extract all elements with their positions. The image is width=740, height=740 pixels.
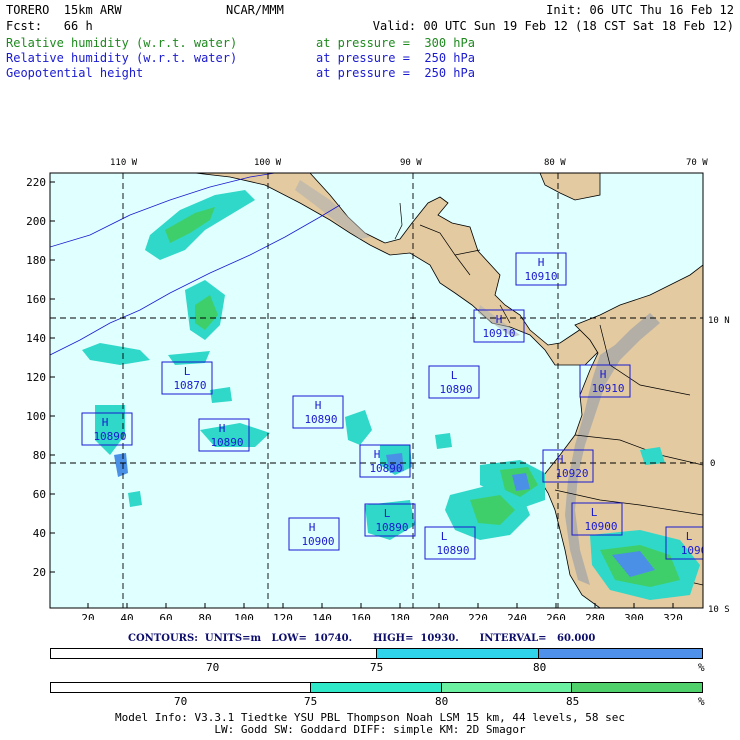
organization-label: NCAR/MMM [226, 3, 284, 17]
svg-text:L: L [184, 365, 191, 378]
x-tick-label: 40 [120, 612, 133, 620]
field-name-rh250: Relative humidity (w.r.t. water) [6, 51, 238, 65]
svg-text:10890: 10890 [304, 413, 337, 426]
svg-text:L: L [591, 506, 598, 519]
lon-label-110w: 110 W [110, 158, 138, 168]
lon-label-70w: 70 W [686, 158, 708, 168]
weather-map: 110 W 100 W 90 W 80 W 70 W 10 N 0 10 S H… [26, 158, 730, 620]
y-tick-label: 160 [26, 293, 46, 306]
field-name-geopotential: Geopotential height [6, 66, 144, 80]
x-tick-label: 100 [234, 612, 254, 620]
svg-text:L: L [451, 369, 458, 382]
field-level-rh250: at pressure = 250 hPa [316, 51, 475, 65]
colorbar-rh300-tick-80: 80 [435, 695, 449, 708]
y-tick-label: 80 [33, 449, 46, 462]
x-tick-label: 220 [468, 612, 488, 620]
colorbar-rh300-tick-pct: % [698, 695, 705, 708]
lat-label-10n: 10 N [708, 316, 730, 326]
y-tick-label: 40 [33, 527, 46, 540]
model-info-line2: LW: Godd SW: Goddard DIFF: simple KM: 2D… [214, 723, 526, 736]
svg-text:L: L [686, 530, 693, 543]
svg-text:H: H [102, 416, 109, 429]
svg-text:H: H [496, 313, 503, 326]
svg-text:10890: 10890 [93, 430, 126, 443]
lon-label-90w: 90 W [400, 158, 422, 168]
colorbar-rh250-tick-75: 75 [370, 661, 384, 674]
colorbar-rh250 [50, 648, 703, 659]
y-tick-label: 180 [26, 254, 46, 267]
svg-text:H: H [374, 448, 381, 461]
svg-text:H: H [219, 422, 226, 435]
x-tick-label: 80 [198, 612, 211, 620]
model-title: TORERO 15km ARW [6, 3, 122, 17]
svg-text:10890: 10890 [439, 383, 472, 396]
colorbar-rh250-tick-pct: % [698, 661, 705, 674]
colorbar-rh250-segment-1 [376, 649, 540, 658]
field-name-rh300: Relative humidity (w.r.t. water) [6, 36, 238, 50]
x-tick-label: 60 [159, 612, 172, 620]
y-tick-label: 100 [26, 410, 46, 423]
colorbar-rh300-tick-85: 85 [566, 695, 580, 708]
y-tick-label: 200 [26, 215, 46, 228]
colorbar-rh250-segment-2 [539, 649, 702, 658]
x-tick-label: 140 [312, 612, 332, 620]
svg-text:10910: 10910 [482, 327, 515, 340]
svg-text:H: H [309, 521, 316, 534]
colorbar-rh300-segment-3 [571, 683, 702, 692]
svg-text:10870: 10870 [173, 379, 206, 392]
field-level-rh300: at pressure = 300 hPa [316, 36, 475, 50]
y-tick-label: 120 [26, 371, 46, 384]
x-tick-label: 260 [546, 612, 566, 620]
svg-text:H: H [538, 256, 545, 269]
y-tick-label: 20 [33, 566, 46, 579]
x-tick-label: 240 [507, 612, 527, 620]
svg-text:10900: 10900 [301, 535, 334, 548]
y-tick-label: 220 [26, 176, 46, 189]
lat-label-10s: 10 S [708, 605, 730, 615]
x-tick-label: 180 [390, 612, 410, 620]
init-time: Init: 06 UTC Thu 16 Feb 12 [546, 3, 734, 17]
y-tick-label: 140 [26, 332, 46, 345]
svg-text:10910: 10910 [524, 270, 557, 283]
x-tick-label: 200 [429, 612, 449, 620]
lon-label-80w: 80 W [544, 158, 566, 168]
x-tick-label: 20 [81, 612, 94, 620]
svg-text:L: L [441, 530, 448, 543]
forecast-hour: Fcst: 66 h [6, 19, 93, 33]
colorbar-rh300-segment-0 [51, 683, 312, 692]
svg-text:H: H [557, 453, 564, 466]
svg-text:10920: 10920 [555, 467, 588, 480]
colorbar-rh250-tick-70: 70 [206, 661, 220, 674]
contours-info: CONTOURS: UNITS=m LOW= 10740. HIGH= 1093… [128, 633, 596, 644]
colorbar-rh300 [50, 682, 703, 693]
colorbar-rh250-segment-0 [51, 649, 377, 658]
svg-text:H: H [600, 368, 607, 381]
svg-text:10900: 10900 [584, 520, 617, 533]
svg-text:10890: 10890 [436, 544, 469, 557]
svg-text:10890: 10890 [375, 521, 408, 534]
colorbar-rh300-segment-2 [441, 683, 572, 692]
svg-text:10890: 10890 [369, 462, 402, 475]
valid-time: Valid: 00 UTC Sun 19 Feb 12 (18 CST Sat … [372, 19, 734, 33]
svg-text:L: L [384, 507, 391, 520]
lat-label-0: 0 [710, 459, 715, 469]
field-level-geopotential: at pressure = 250 hPa [316, 66, 475, 80]
x-tick-label: 280 [585, 612, 605, 620]
x-tick-label: 160 [351, 612, 371, 620]
svg-text:10910: 10910 [591, 382, 624, 395]
colorbar-rh300-tick-70: 70 [174, 695, 188, 708]
x-tick-label: 320 [663, 612, 683, 620]
colorbar-rh300-segment-1 [311, 683, 442, 692]
colorbar-rh250-tick-80: 80 [533, 661, 547, 674]
colorbar-rh300-tick-75: 75 [304, 695, 318, 708]
x-tick-label: 300 [624, 612, 644, 620]
svg-text:H: H [315, 399, 322, 412]
y-tick-label: 60 [33, 488, 46, 501]
lon-label-100w: 100 W [254, 158, 282, 168]
svg-text:10890: 10890 [210, 436, 243, 449]
x-tick-label: 120 [273, 612, 293, 620]
